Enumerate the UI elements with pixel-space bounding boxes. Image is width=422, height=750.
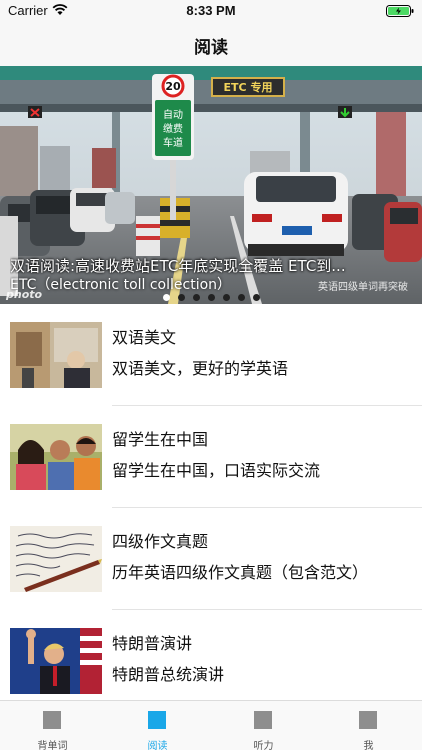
- category-list: 双语美文 双语美文，更好的学英语 留学生在中国 留学生在中国，口语实际交流 四级…: [0, 304, 422, 712]
- svg-text:缴费: 缴费: [163, 122, 183, 135]
- tab-label: 背单词: [37, 741, 68, 750]
- page-dot[interactable]: [162, 294, 170, 301]
- tab-label: 听力: [253, 741, 274, 750]
- navigation-bar: 阅读: [0, 22, 422, 66]
- list-item-bilingual-essays[interactable]: 双语美文 双语美文，更好的学英语: [0, 304, 422, 406]
- tab-reading[interactable]: 阅读: [105, 701, 210, 750]
- profile-icon: [359, 711, 377, 729]
- list-item-title: 特朗普演讲: [112, 634, 193, 653]
- svg-text:自动: 自动: [163, 108, 183, 121]
- list-item-title: 留学生在中国: [112, 430, 209, 449]
- etc-sign-text: ETC 专用: [224, 80, 273, 94]
- list-item-cet4-essays[interactable]: 四级作文真题 历年英语四级作文真题（包含范文）: [0, 508, 422, 610]
- speed-limit-text: 20: [165, 80, 181, 93]
- page-dot[interactable]: [192, 294, 200, 301]
- carousel-page-indicator[interactable]: [0, 294, 422, 301]
- tab-label: 我: [363, 741, 374, 750]
- tab-listening[interactable]: 听力: [211, 701, 316, 750]
- tab-bar: 背单词 阅读 听力 我: [0, 700, 422, 750]
- banner-caption-subline: ETC（electronic toll collection）: [10, 277, 232, 293]
- reading-icon: [148, 711, 166, 729]
- handwriting-thumbnail: [10, 526, 102, 592]
- museum-thumbnail: [10, 322, 102, 388]
- tab-profile[interactable]: 我: [316, 701, 421, 750]
- page-dot[interactable]: [177, 294, 185, 301]
- clock: 8:33 PM: [186, 3, 236, 18]
- page-dot[interactable]: [252, 294, 260, 301]
- list-item-subtitle: 特朗普总统演讲: [112, 665, 225, 684]
- list-item-subtitle: 留学生在中国，口语实际交流: [112, 461, 321, 480]
- tab-label: 阅读: [147, 741, 168, 750]
- list-item-title: 四级作文真题: [112, 532, 209, 551]
- source-watermark: 英语四级单词再突破: [318, 282, 408, 293]
- list-item-trump-speeches[interactable]: 特朗普演讲 特朗普总统演讲: [0, 610, 422, 712]
- banner-caption: 双语阅读:高速收费站ETC年底实现全覆盖 ETC到...: [10, 257, 346, 275]
- list-item-subtitle: 双语美文，更好的学英语: [112, 359, 289, 378]
- svg-text:车道: 车道: [163, 136, 183, 149]
- page-title: 阅读: [194, 38, 228, 58]
- page-dot[interactable]: [237, 294, 245, 301]
- page-dot[interactable]: [207, 294, 215, 301]
- list-item-title: 双语美文: [112, 328, 177, 347]
- status-bar: Carrier 8:33 PM: [0, 0, 422, 22]
- speech-thumbnail: [10, 628, 102, 694]
- list-item-subtitle: 历年英语四级作文真题（包含范文）: [112, 563, 369, 582]
- listening-icon: [254, 711, 272, 729]
- tab-vocabulary[interactable]: 背单词: [0, 701, 105, 750]
- students-thumbnail: [10, 424, 102, 490]
- vocabulary-icon: [43, 711, 61, 729]
- list-item-students-in-china[interactable]: 留学生在中国 留学生在中国，口语实际交流: [0, 406, 422, 508]
- banner-carousel[interactable]: 20 自动 缴费 车道 ETC 专用 双语阅读:高速收费站ETC年底实现全覆盖 …: [0, 66, 422, 304]
- page-dot[interactable]: [222, 294, 230, 301]
- battery-charging-icon: [386, 5, 414, 17]
